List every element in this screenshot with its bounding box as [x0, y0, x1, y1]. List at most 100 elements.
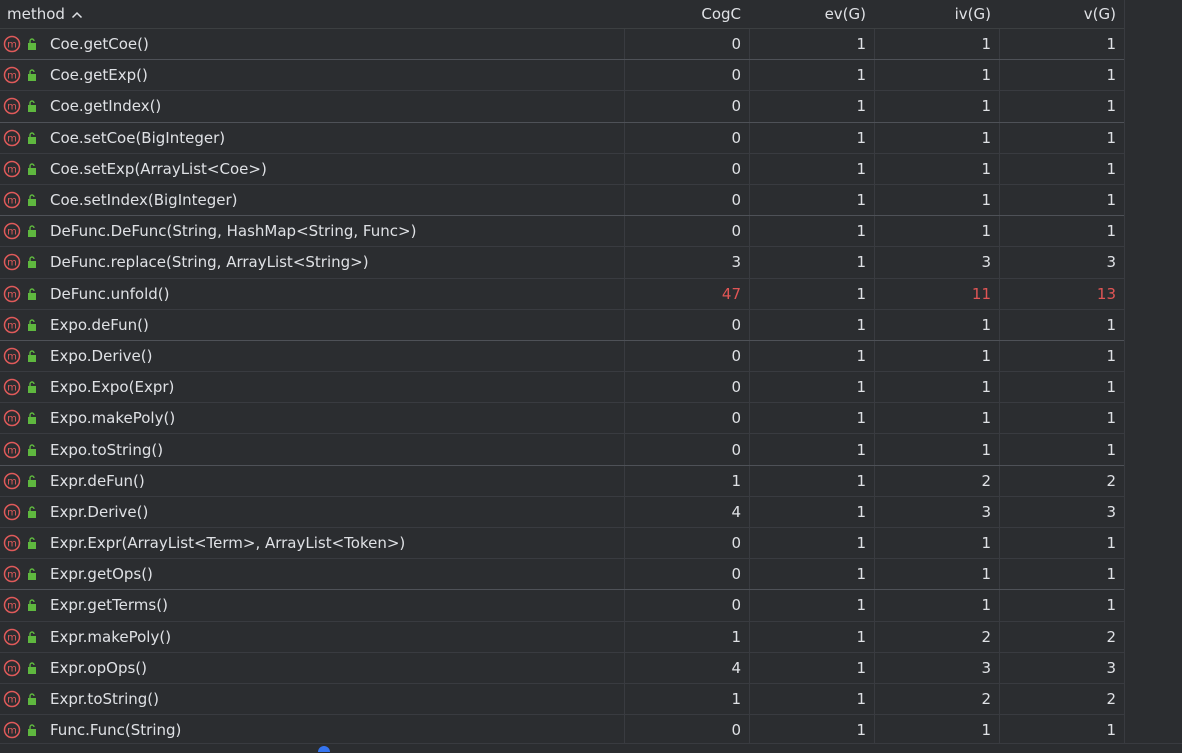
method-icon: m: [3, 503, 21, 521]
method-cell: m Expr.getOps(): [0, 559, 624, 589]
iv-cell: 11: [874, 278, 999, 309]
public-access-icon: [28, 381, 36, 394]
cogc-cell: 0: [624, 559, 749, 590]
ev-cell: 1: [749, 122, 874, 153]
svg-text:m: m: [7, 40, 17, 51]
iv-cell: 1: [874, 184, 999, 216]
v-cell: 2: [999, 465, 1124, 496]
method-icon: m: [3, 285, 21, 302]
svg-text:m: m: [7, 539, 17, 550]
cogc-cell: 0: [624, 403, 749, 434]
method-cell: m DeFunc.DeFunc(String, HashMap<String, …: [0, 216, 624, 246]
svg-text:m: m: [7, 726, 17, 737]
column-header-ev[interactable]: ev(G): [749, 0, 874, 28]
v-cell: 1: [999, 184, 1124, 216]
iv-cell: 1: [874, 372, 999, 403]
ev-cell: 1: [749, 683, 874, 715]
column-header-v[interactable]: v(G): [999, 0, 1124, 28]
method-name: Expo.Expo(Expr): [50, 378, 175, 397]
table-row[interactable]: m Coe.getCoe() 0 1 1 1: [0, 29, 1124, 61]
iv-cell: 3: [874, 652, 999, 683]
table-row[interactable]: m Expr.makePoly() 1 1 2 2: [0, 621, 1124, 653]
method-cell: m Expr.opOps(): [0, 653, 624, 683]
table-row[interactable]: m Expr.deFun() 1 1 2 2: [0, 465, 1124, 497]
table-row[interactable]: m Expr.toString() 1 1 2 2: [0, 683, 1124, 716]
table-row[interactable]: m Coe.getExp() 0 1 1 1: [0, 60, 1124, 92]
method-icon: m: [3, 472, 21, 489]
method-name: DeFunc.replace(String, ArrayList<String>…: [50, 253, 369, 272]
svg-text:m: m: [7, 632, 17, 643]
scrollbar-thumb[interactable]: [318, 746, 330, 752]
table-row[interactable]: m Expr.getOps() 0 1 1 1: [0, 559, 1124, 591]
iv-cell: 2: [874, 683, 999, 715]
method-cell: m Coe.setCoe(BigInteger): [0, 123, 624, 153]
v-cell: 1: [999, 715, 1124, 746]
table-row[interactable]: m Expo.toString() 0 1 1 1: [0, 434, 1124, 466]
table-row[interactable]: m Expo.deFun() 0 1 1 1: [0, 309, 1124, 341]
v-cell: 1: [999, 528, 1124, 559]
table-row[interactable]: m Expo.makePoly() 0 1 1 1: [0, 403, 1124, 435]
method-name: Expr.opOps(): [50, 658, 147, 677]
cogc-cell: 0: [624, 590, 749, 621]
method-cell: m Expo.Derive(): [0, 341, 624, 371]
method-icon: m: [3, 628, 21, 645]
public-access-icon: [28, 256, 36, 269]
public-access-icon: [28, 443, 36, 456]
method-name: Coe.getExp(): [50, 66, 148, 85]
table-row[interactable]: m Coe.setExp(ArrayList<Coe>) 0 1 1 1: [0, 153, 1124, 185]
v-cell: 1: [999, 340, 1124, 372]
svg-text:m: m: [7, 476, 17, 487]
method-icon: m: [3, 129, 21, 146]
svg-text:m: m: [7, 663, 17, 674]
v-cell: 1: [999, 403, 1124, 434]
method-icon: m: [3, 566, 21, 583]
method-name: Expo.makePoly(): [50, 409, 176, 428]
column-header-cogc[interactable]: CogC: [624, 0, 749, 28]
iv-cell: 1: [874, 29, 999, 60]
table-row[interactable]: m Coe.setCoe(BigInteger) 0 1 1 1: [0, 122, 1124, 154]
ev-cell: 1: [749, 60, 874, 91]
svg-text:m: m: [7, 507, 17, 518]
method-cell: m Expr.toString(): [0, 684, 624, 714]
public-access-icon: [28, 537, 36, 550]
method-icon: m: [3, 222, 21, 240]
column-header-method[interactable]: method: [0, 0, 624, 28]
method-icon: m: [3, 347, 21, 365]
v-cell: 1: [999, 309, 1124, 340]
table-row[interactable]: m Coe.getIndex() 0 1 1 1: [0, 91, 1124, 123]
iv-cell: 3: [874, 247, 999, 278]
v-cell: 2: [999, 621, 1124, 652]
table-row[interactable]: m Expr.opOps() 4 1 3 3: [0, 652, 1124, 684]
method-icon: m: [3, 316, 21, 334]
public-access-icon: [28, 131, 36, 144]
table-row[interactable]: m Expr.getTerms() 0 1 1 1: [0, 590, 1124, 622]
method-name: Expr.getTerms(): [50, 596, 168, 615]
table-row[interactable]: m DeFunc.DeFunc(String, HashMap<String, …: [0, 216, 1124, 248]
svg-text:m: m: [7, 289, 17, 300]
method-cell: m Expr.deFun(): [0, 466, 624, 496]
method-cell: m Coe.getCoe(): [0, 29, 624, 59]
method-name: Func.Func(String): [50, 721, 182, 740]
table-row[interactable]: m DeFunc.unfold() 47 1 11 13: [0, 278, 1124, 310]
cogc-cell: 0: [624, 309, 749, 340]
method-icon: m: [3, 191, 21, 209]
table-row[interactable]: m Expo.Expo(Expr) 0 1 1 1: [0, 372, 1124, 404]
table-row[interactable]: m Func.Func(String) 0 1 1 1: [0, 715, 1124, 747]
ev-cell: 1: [749, 559, 874, 590]
cogc-cell: 0: [624, 528, 749, 559]
sort-ascending-icon[interactable]: [71, 0, 83, 28]
method-name: Coe.getCoe(): [50, 35, 149, 54]
ev-cell: 1: [749, 528, 874, 559]
table-row[interactable]: m DeFunc.replace(String, ArrayList<Strin…: [0, 247, 1124, 279]
svg-text:m: m: [7, 351, 17, 362]
ev-cell: 1: [749, 496, 874, 527]
iv-cell: 1: [874, 559, 999, 590]
cogc-cell: 0: [624, 372, 749, 403]
iv-cell: 2: [874, 621, 999, 652]
column-header-iv[interactable]: iv(G): [874, 0, 999, 28]
table-row[interactable]: m Coe.setIndex(BigInteger) 0 1 1 1: [0, 184, 1124, 217]
table-row[interactable]: m Expo.Derive() 0 1 1 1: [0, 340, 1124, 373]
table-row[interactable]: m Expr.Derive() 4 1 3 3: [0, 496, 1124, 528]
table-row[interactable]: m Expr.Expr(ArrayList<Term>, ArrayList<T…: [0, 528, 1124, 560]
method-cell: m Expr.getTerms(): [0, 590, 624, 620]
